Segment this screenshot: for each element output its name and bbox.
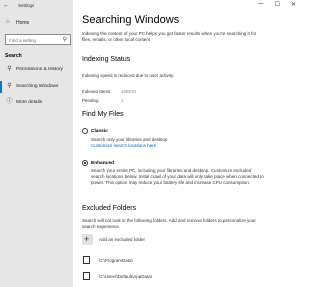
page-title: Searching Windows bbox=[82, 14, 180, 26]
indexed-items-value: 468570 bbox=[121, 89, 137, 94]
excluded-folders-heading: Excluded Folders bbox=[82, 205, 137, 212]
sidebar-item-home[interactable]: ⌂ Home bbox=[0, 17, 73, 29]
add-excluded-folder-label[interactable]: Add an excluded folder bbox=[99, 237, 145, 242]
sidebar-section-label: Search bbox=[5, 53, 22, 59]
enhanced-desc: Search your entire PC, including your li… bbox=[91, 168, 264, 185]
sidebar-item-label: Home bbox=[16, 20, 30, 26]
excluded-folder-row[interactable]: C:\Users\Default\AppData\ bbox=[82, 272, 262, 282]
file-icon bbox=[83, 256, 90, 264]
home-icon: ⌂ bbox=[6, 19, 10, 25]
find-my-files-heading: Find My Files bbox=[82, 111, 124, 118]
sidebar: ← Settings ⌂ Home Find a setting ⚲ Searc… bbox=[0, 0, 73, 287]
back-arrow-icon[interactable]: ← bbox=[3, 2, 10, 10]
main-content: — ☐ ✕ Searching Windows Indexing the con… bbox=[73, 0, 300, 287]
indexing-note: Indexing speed is reduced due to user ac… bbox=[82, 73, 175, 78]
enhanced-title: Enhanced bbox=[91, 161, 114, 166]
sidebar-item-searching-windows[interactable]: ⚲ Searching Windows bbox=[0, 81, 73, 93]
add-excluded-folder-button[interactable]: + bbox=[82, 234, 93, 245]
maximize-button[interactable]: ☐ bbox=[275, 1, 280, 8]
sidebar-item-permissions-history[interactable]: ⚲ Permissions & History bbox=[0, 64, 73, 76]
folder-path: C:\Users\Default\AppData\ bbox=[99, 274, 153, 279]
indexed-items-label: Indexed Items: bbox=[82, 89, 112, 94]
pending-value: 1 bbox=[121, 98, 124, 103]
excluded-desc: Search will not look in the following fo… bbox=[82, 218, 256, 229]
sidebar-item-more-details[interactable]: ⓘ More details bbox=[0, 97, 73, 109]
sidebar-item-label: Permissions & History bbox=[16, 67, 63, 72]
folder-path: C:\ProgramData\ bbox=[99, 258, 133, 263]
plus-icon: + bbox=[84, 234, 90, 244]
magnifier-icon: ⚲ bbox=[62, 37, 67, 43]
minimize-button[interactable]: — bbox=[258, 1, 264, 8]
pending-row: Pending 1 bbox=[82, 98, 124, 103]
title-bar: ← Settings bbox=[0, 0, 73, 12]
close-button[interactable]: ✕ bbox=[291, 1, 296, 8]
intro-text: Indexing the content of your PC helps yo… bbox=[82, 31, 257, 42]
sidebar-item-label: Searching Windows bbox=[16, 84, 59, 89]
classic-title: Classic bbox=[91, 129, 108, 134]
permissions-icon: ⚲ bbox=[7, 66, 12, 72]
window-title: Settings bbox=[18, 3, 35, 8]
excluded-folder-row[interactable]: C:\ProgramData\ bbox=[82, 256, 262, 266]
active-indicator bbox=[0, 81, 2, 93]
sidebar-item-label: More details bbox=[16, 100, 43, 105]
window-controls: — ☐ ✕ bbox=[258, 1, 296, 8]
customize-locations-link[interactable]: Customize search locations here bbox=[91, 143, 156, 148]
classic-radio[interactable] bbox=[82, 128, 88, 134]
enhanced-radio[interactable] bbox=[82, 160, 88, 166]
find-setting-input[interactable]: Find a setting ⚲ bbox=[5, 34, 71, 45]
pending-label: Pending bbox=[82, 98, 99, 103]
indexed-items-row: Indexed Items: 468570 bbox=[82, 89, 136, 94]
indexing-status-heading: Indexing Status bbox=[82, 56, 131, 63]
search-icon: ⚲ bbox=[7, 83, 12, 89]
info-icon: ⓘ bbox=[6, 99, 13, 105]
file-icon bbox=[83, 272, 90, 280]
classic-desc: Search only your libraries and desktop bbox=[91, 137, 168, 142]
search-placeholder: Find a setting bbox=[9, 37, 37, 43]
